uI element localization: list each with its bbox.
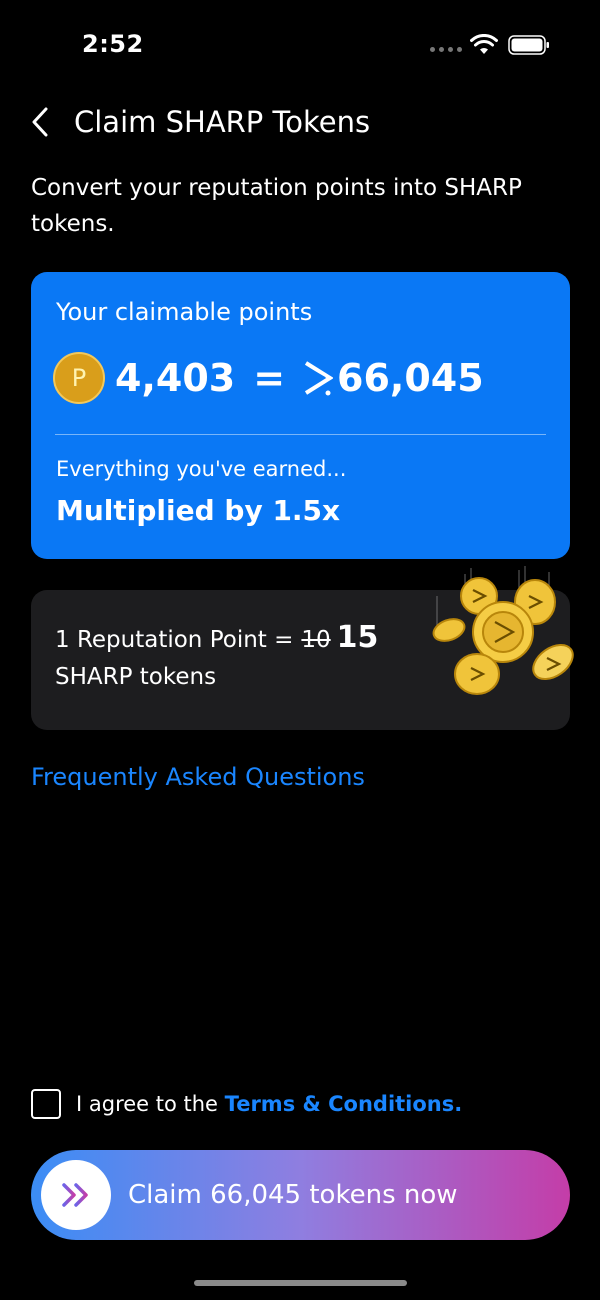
points-conversion-row: P 4,403 = 66,045 <box>53 350 484 406</box>
terms-text: I agree to the Terms & Conditions. <box>76 1092 462 1116</box>
signal-icon <box>430 47 462 52</box>
double-chevron-right-icon <box>62 1183 88 1207</box>
claim-icon-circle <box>41 1160 111 1230</box>
terms-row: I agree to the Terms & Conditions. <box>31 1089 462 1119</box>
claim-tokens-button[interactable]: Claim 66,045 tokens now <box>31 1150 570 1240</box>
page-subtitle: Convert your reputation points into SHAR… <box>31 175 522 237</box>
old-rate: 10 <box>301 627 331 653</box>
claimable-points-label: Your claimable points <box>56 298 313 326</box>
multiplier-text: Multiplied by 1.5x <box>56 494 341 527</box>
terms-prefix: I agree to the <box>76 1092 218 1116</box>
new-rate: 15 <box>336 620 379 655</box>
home-indicator <box>194 1280 407 1286</box>
terms-link[interactable]: Terms & Conditions. <box>225 1092 463 1116</box>
falling-coins-illustration <box>432 566 574 695</box>
card-divider <box>55 434 546 435</box>
claim-button-label: Claim 66,045 tokens now <box>128 1180 458 1210</box>
equals-sign: = <box>253 356 286 400</box>
terms-checkbox[interactable] <box>31 1089 61 1119</box>
tokens-value: 66,045 <box>337 356 484 400</box>
chevron-left-icon <box>32 107 48 137</box>
earned-text: Everything you've earned... <box>56 457 347 481</box>
conversion-rate-card: 1 Reputation Point = 10 15 SHARP tokens <box>31 566 574 730</box>
wifi-icon <box>470 34 498 54</box>
back-button[interactable] <box>30 102 58 142</box>
sharp-logo-icon <box>304 361 334 396</box>
page-title: Claim SHARP Tokens <box>74 105 371 139</box>
faq-link[interactable]: Frequently Asked Questions <box>31 763 365 791</box>
header: Claim SHARP Tokens <box>30 100 570 144</box>
points-value: 4,403 <box>115 356 236 400</box>
claimable-points-card: Your claimable points P 4,403 = 66,045 E… <box>31 272 570 559</box>
battery-icon <box>508 35 549 55</box>
rate-suffix: SHARP tokens <box>55 664 217 690</box>
points-coin-icon: P <box>53 352 105 404</box>
rate-line: 1 Reputation Point = 10 15 <box>55 620 378 655</box>
status-bar: 2:52 <box>0 0 600 90</box>
rate-prefix: 1 Reputation Point = <box>55 627 294 653</box>
status-time: 2:52 <box>82 30 144 58</box>
